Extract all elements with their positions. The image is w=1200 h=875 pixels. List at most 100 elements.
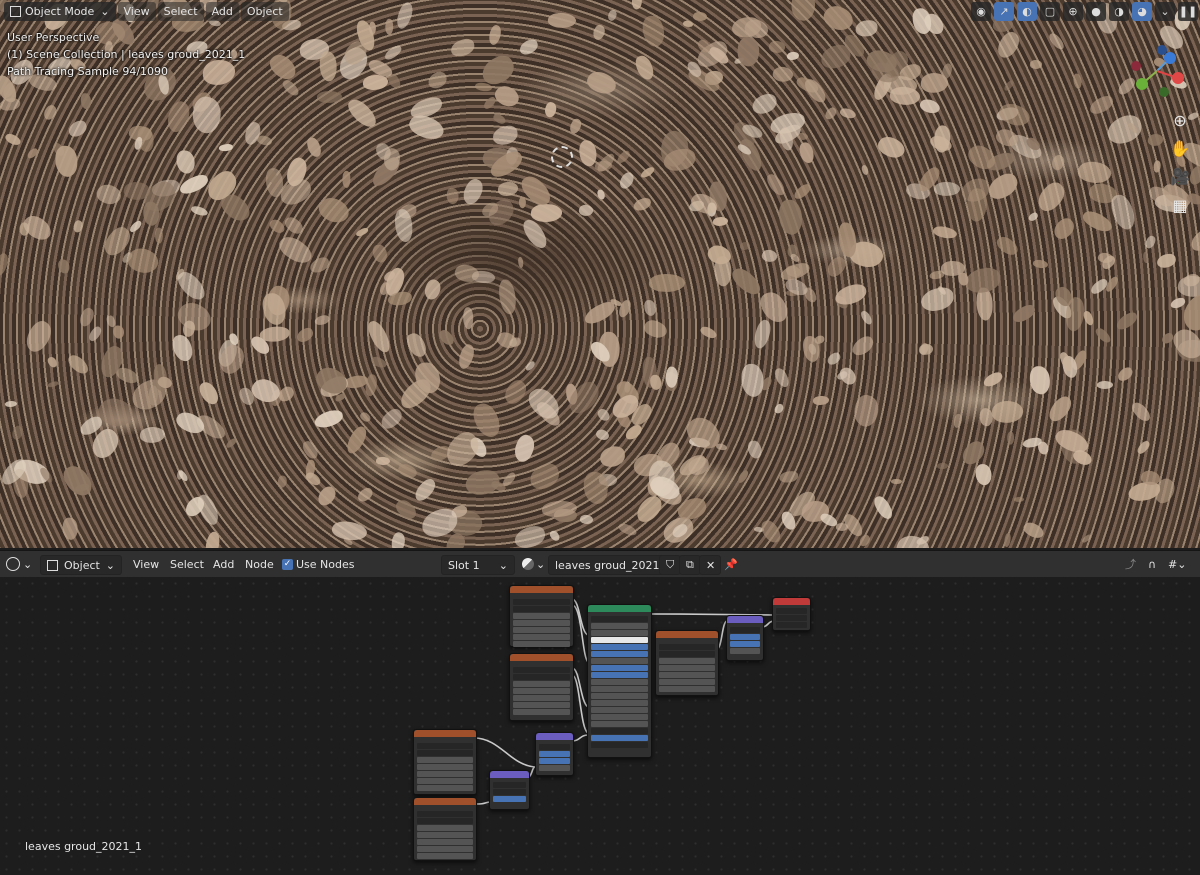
leaf-patch xyxy=(154,227,164,245)
camera-icon[interactable]: 🎥 xyxy=(1168,164,1192,188)
duplicate-icon[interactable]: ⧉ xyxy=(679,555,701,575)
pause-icon[interactable]: ❚❚ xyxy=(1178,1,1198,21)
leaf-patch xyxy=(177,171,211,197)
leaf-patch xyxy=(750,91,780,117)
solid-icon[interactable]: ● xyxy=(1086,1,1106,21)
chevron-down-icon[interactable]: ⌄ xyxy=(1155,1,1175,21)
leaf-patch xyxy=(4,131,23,148)
leaf-patch xyxy=(1129,399,1153,426)
render-sample-info: Path Tracing Sample 94/1090 xyxy=(7,65,169,78)
leaf-patch xyxy=(282,213,306,238)
leaf-patch xyxy=(440,427,485,472)
material-icon[interactable]: ◑ xyxy=(1109,1,1129,21)
mode-dropdown[interactable]: Object Mode ⌄ xyxy=(4,1,116,21)
material-output-node[interactable] xyxy=(772,597,811,631)
leaf-patch xyxy=(86,324,104,343)
leaf-patch xyxy=(772,366,791,389)
node-header[interactable] xyxy=(490,771,529,778)
leaf-patch xyxy=(692,10,708,23)
view-icon[interactable]: ◉ xyxy=(971,1,991,21)
rendered-icon[interactable]: ◕ xyxy=(1132,1,1152,21)
leaf-patch xyxy=(491,123,519,147)
node-header[interactable] xyxy=(727,616,763,623)
leaf-patch xyxy=(596,188,606,201)
node-header[interactable] xyxy=(414,730,476,737)
leaf-patch xyxy=(583,472,608,505)
leaf-patch xyxy=(499,376,531,407)
bump-node[interactable] xyxy=(489,770,530,810)
overlay-icon[interactable]: ◐ xyxy=(1017,1,1037,21)
zoom-icon[interactable]: ⊕ xyxy=(1168,108,1192,132)
leaf-patch xyxy=(255,133,273,148)
material-name-field[interactable]: leaves groud_2021_1 xyxy=(548,555,670,575)
material-browse-icon[interactable]: ⌄ xyxy=(522,555,545,573)
leaf-patch xyxy=(41,103,59,122)
menu-view[interactable]: View xyxy=(133,555,159,573)
editor-type-icon[interactable]: ⌄ xyxy=(6,555,32,573)
node-header[interactable] xyxy=(773,598,810,605)
parent-node-tree-icon[interactable]: ⤴ xyxy=(1125,555,1136,573)
leaf-patch xyxy=(364,318,393,356)
leaf-patch xyxy=(61,516,78,540)
principled-bsdf-node[interactable] xyxy=(587,604,652,758)
leaf-patch xyxy=(1156,252,1178,270)
displacement-node[interactable] xyxy=(726,615,764,661)
leaf-patch xyxy=(681,411,726,457)
gizmo-icon[interactable]: ↗ xyxy=(994,1,1014,21)
fake-user-shield-icon[interactable]: ⛉ xyxy=(659,555,681,575)
image-texture-node-normal[interactable] xyxy=(413,729,477,795)
wireframe-icon[interactable]: ⊕ xyxy=(1063,1,1083,21)
node-editor-canvas[interactable] xyxy=(0,577,1200,875)
3d-viewport[interactable]: Object Mode ⌄ View Select Add Object Use… xyxy=(0,0,1200,548)
menu-view[interactable]: View xyxy=(117,1,156,21)
menu-add[interactable]: Add xyxy=(205,1,239,21)
menu-node[interactable]: Node xyxy=(245,555,274,573)
leaf-patch xyxy=(355,226,370,238)
close-icon[interactable]: ✕ xyxy=(699,555,721,575)
leaf-patch xyxy=(957,272,969,286)
chevron-down-icon: ⌄ xyxy=(498,558,508,572)
menu-select[interactable]: Select xyxy=(157,1,204,21)
menu-add[interactable]: Add xyxy=(213,555,234,573)
pan-hand-icon[interactable]: ✋ xyxy=(1168,136,1192,160)
image-texture-node-roughness[interactable] xyxy=(509,653,574,721)
leaf-patch xyxy=(1002,79,1015,93)
node-header[interactable] xyxy=(588,605,651,612)
menu-object[interactable]: Object xyxy=(240,1,289,21)
node-header[interactable] xyxy=(536,733,573,740)
snap-icon[interactable]: ∩ xyxy=(1148,555,1156,573)
leaf-patch xyxy=(616,170,637,192)
pin-icon[interactable]: 📌 xyxy=(724,555,738,573)
leaf-patch xyxy=(932,224,959,242)
leaf-patch xyxy=(113,325,126,340)
xray-icon[interactable]: ▢ xyxy=(1040,1,1060,21)
leaf-patch xyxy=(524,360,536,373)
object-type-select[interactable]: Object ⌄ xyxy=(40,555,122,575)
node-header[interactable] xyxy=(656,631,718,638)
leaf-patch xyxy=(919,285,956,314)
leaf-patch xyxy=(396,460,419,481)
node-header[interactable] xyxy=(414,798,476,805)
checkbox-checked-icon[interactable]: ✓ xyxy=(282,558,293,570)
leaf-patch xyxy=(294,326,315,345)
image-texture-node-bump[interactable] xyxy=(413,797,477,861)
leaf-patch xyxy=(1168,296,1187,310)
leaf-patch xyxy=(633,53,657,83)
3d-cursor-icon[interactable] xyxy=(551,146,573,168)
node-header[interactable] xyxy=(510,586,573,593)
perspective-grid-icon[interactable]: ▦ xyxy=(1168,193,1192,217)
leaf-patch xyxy=(825,350,843,367)
use-nodes-toggle[interactable]: ✓ Use Nodes xyxy=(282,555,355,573)
leaf-patch xyxy=(871,493,895,522)
image-texture-node-base-color[interactable] xyxy=(509,585,574,647)
collection-info: (1) Scene Collection | leaves groud_2021… xyxy=(7,48,246,61)
leaf-patch xyxy=(170,332,195,364)
menu-select[interactable]: Select xyxy=(170,555,204,573)
navigation-gizmo[interactable] xyxy=(1122,36,1192,106)
slot-select[interactable]: Slot 1 ⌄ xyxy=(441,555,515,575)
image-texture-node-height[interactable] xyxy=(655,630,719,696)
node-header[interactable] xyxy=(510,654,573,661)
grid-snap-icon[interactable]: #⌄ xyxy=(1168,555,1186,573)
leaf-patch xyxy=(792,182,814,201)
normal-map-node[interactable] xyxy=(535,732,574,776)
